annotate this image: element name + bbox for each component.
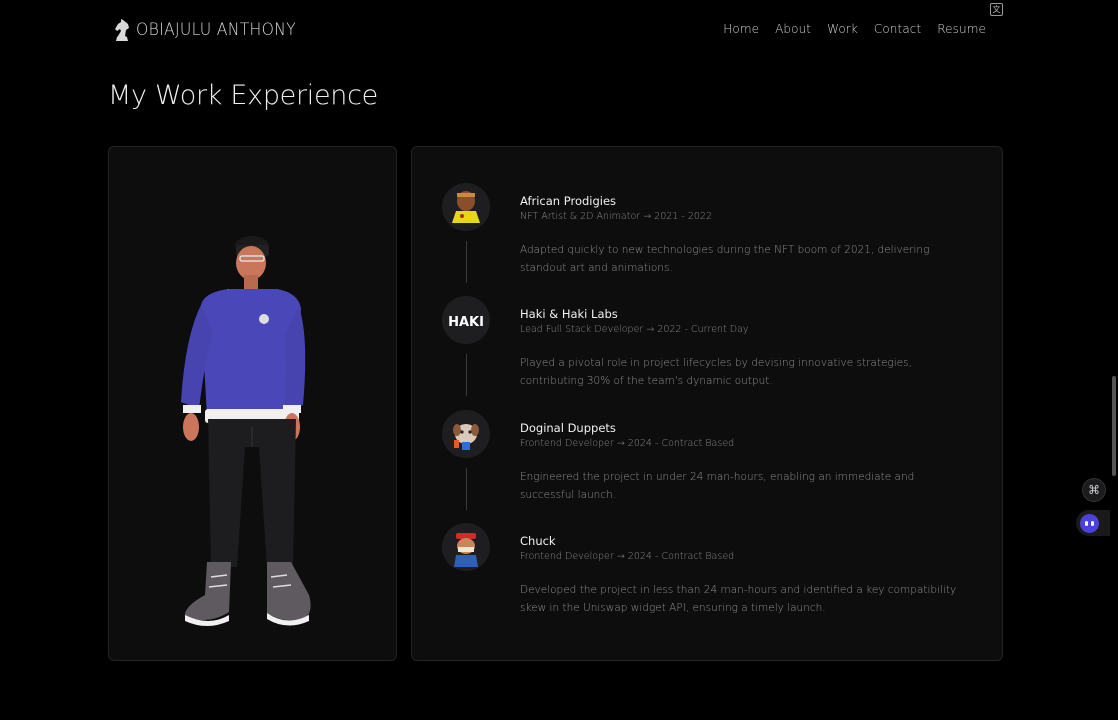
- avatar-card: [108, 146, 397, 661]
- command-icon[interactable]: ⌘: [1082, 478, 1106, 502]
- nav-home[interactable]: Home: [723, 22, 759, 36]
- experience-company: African Prodigies: [520, 194, 617, 208]
- svg-text:HAKI: HAKI: [448, 315, 484, 330]
- page-title: My Work Experience: [108, 80, 378, 111]
- experience-company: Chuck: [520, 534, 556, 548]
- site-logo[interactable]: OBIAJULU ANTHONY: [112, 18, 310, 42]
- main-nav: Home About Work Contact Resume: [723, 22, 986, 36]
- experience-meta: NFT Artist & 2D Animator → 2021 - 2022: [520, 211, 712, 222]
- logo-text: OBIAJULU ANTHONY: [136, 20, 296, 40]
- timeline-connector: [466, 468, 467, 510]
- experience-description: Played a pivotal role in project lifecyc…: [520, 357, 912, 387]
- page: OBIAJULU ANTHONY Home About Work Contact…: [0, 0, 1118, 720]
- experience-meta: Lead Full Stack Developer → 2022 - Curre…: [520, 324, 749, 335]
- avatar-illustration: [181, 236, 311, 626]
- experience-description: Adapted quickly to new technologies duri…: [520, 244, 930, 274]
- experience-description: Engineered the project in under 24 man-h…: [520, 471, 915, 501]
- experience-description: Developed the project in less than 24 ma…: [520, 584, 957, 614]
- timeline-connector: [466, 354, 467, 396]
- experience-meta: Frontend Developer → 2024 - Contract Bas…: [520, 551, 735, 562]
- african-prodigies-logo: [442, 183, 490, 231]
- translate-icon[interactable]: 文: [990, 3, 1003, 16]
- chuck-logo: [442, 523, 490, 571]
- chat-bot-button[interactable]: [1076, 510, 1110, 536]
- knight-chess-icon: [115, 19, 129, 41]
- experience-card: African Prodigies NFT Artist & 2D Animat…: [411, 146, 1003, 661]
- timeline-connector: [466, 241, 467, 283]
- experience-company: Doginal Duppets: [520, 421, 616, 435]
- nav-resume[interactable]: Resume: [937, 22, 986, 36]
- nav-about[interactable]: About: [775, 22, 811, 36]
- scrollbar-thumb[interactable]: [1112, 376, 1116, 476]
- experience-company: Haki & Haki Labs: [520, 307, 618, 321]
- nav-contact[interactable]: Contact: [874, 22, 921, 36]
- haki-logo: HAKI: [442, 296, 490, 344]
- nav-work[interactable]: Work: [827, 22, 858, 36]
- doginal-duppets-logo: [442, 410, 490, 458]
- experience-meta: Frontend Developer → 2024 - Contract Bas…: [520, 438, 735, 449]
- chat-bot-icon: [1080, 513, 1099, 533]
